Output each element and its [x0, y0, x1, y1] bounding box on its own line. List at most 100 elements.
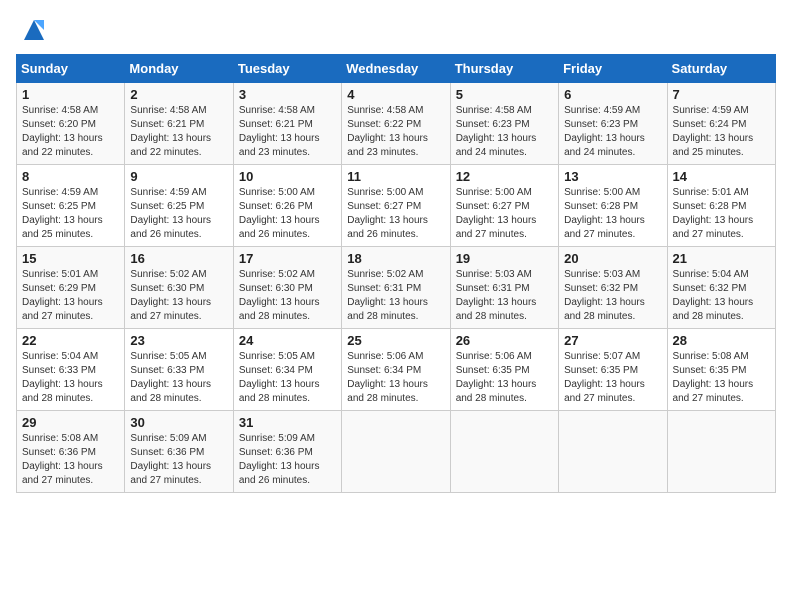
calendar-cell: 31 Sunrise: 5:09 AM Sunset: 6:36 PM Dayl…: [233, 411, 341, 493]
day-number: 31: [239, 415, 336, 430]
day-number: 15: [22, 251, 119, 266]
day-number: 22: [22, 333, 119, 348]
calendar-header-row: SundayMondayTuesdayWednesdayThursdayFrid…: [17, 55, 776, 83]
calendar-cell: 9 Sunrise: 4:59 AM Sunset: 6:25 PM Dayli…: [125, 165, 233, 247]
day-detail: Sunrise: 5:04 AM Sunset: 6:32 PM Dayligh…: [673, 268, 770, 324]
calendar-week-4: 22 Sunrise: 5:04 AM Sunset: 6:33 PM Dayl…: [17, 329, 776, 411]
day-detail: Sunrise: 5:02 AM Sunset: 6:31 PM Dayligh…: [347, 268, 444, 324]
logo: [16, 16, 48, 44]
header: [16, 16, 776, 44]
day-detail: Sunrise: 5:03 AM Sunset: 6:32 PM Dayligh…: [564, 268, 661, 324]
calendar-cell: 11 Sunrise: 5:00 AM Sunset: 6:27 PM Dayl…: [342, 165, 450, 247]
calendar-cell: 24 Sunrise: 5:05 AM Sunset: 6:34 PM Dayl…: [233, 329, 341, 411]
day-of-week-saturday: Saturday: [667, 55, 775, 83]
day-detail: Sunrise: 5:01 AM Sunset: 6:28 PM Dayligh…: [673, 186, 770, 242]
day-number: 9: [130, 169, 227, 184]
day-detail: Sunrise: 4:59 AM Sunset: 6:25 PM Dayligh…: [130, 186, 227, 242]
day-detail: Sunrise: 5:05 AM Sunset: 6:34 PM Dayligh…: [239, 350, 336, 406]
day-number: 27: [564, 333, 661, 348]
day-detail: Sunrise: 4:59 AM Sunset: 6:24 PM Dayligh…: [673, 104, 770, 160]
day-detail: Sunrise: 4:58 AM Sunset: 6:23 PM Dayligh…: [456, 104, 553, 160]
day-number: 17: [239, 251, 336, 266]
calendar-cell: 18 Sunrise: 5:02 AM Sunset: 6:31 PM Dayl…: [342, 247, 450, 329]
calendar-cell: [559, 411, 667, 493]
calendar-cell: 29 Sunrise: 5:08 AM Sunset: 6:36 PM Dayl…: [17, 411, 125, 493]
day-detail: Sunrise: 5:06 AM Sunset: 6:35 PM Dayligh…: [456, 350, 553, 406]
calendar-cell: 25 Sunrise: 5:06 AM Sunset: 6:34 PM Dayl…: [342, 329, 450, 411]
calendar-week-3: 15 Sunrise: 5:01 AM Sunset: 6:29 PM Dayl…: [17, 247, 776, 329]
day-of-week-thursday: Thursday: [450, 55, 558, 83]
day-detail: Sunrise: 5:02 AM Sunset: 6:30 PM Dayligh…: [130, 268, 227, 324]
calendar-week-1: 1 Sunrise: 4:58 AM Sunset: 6:20 PM Dayli…: [17, 83, 776, 165]
day-detail: Sunrise: 5:09 AM Sunset: 6:36 PM Dayligh…: [239, 432, 336, 488]
calendar-cell: 4 Sunrise: 4:58 AM Sunset: 6:22 PM Dayli…: [342, 83, 450, 165]
calendar-cell: 1 Sunrise: 4:58 AM Sunset: 6:20 PM Dayli…: [17, 83, 125, 165]
calendar-cell: 2 Sunrise: 4:58 AM Sunset: 6:21 PM Dayli…: [125, 83, 233, 165]
calendar-week-5: 29 Sunrise: 5:08 AM Sunset: 6:36 PM Dayl…: [17, 411, 776, 493]
calendar-cell: 10 Sunrise: 5:00 AM Sunset: 6:26 PM Dayl…: [233, 165, 341, 247]
day-number: 7: [673, 87, 770, 102]
day-number: 28: [673, 333, 770, 348]
day-of-week-wednesday: Wednesday: [342, 55, 450, 83]
calendar-cell: [667, 411, 775, 493]
day-detail: Sunrise: 4:58 AM Sunset: 6:21 PM Dayligh…: [239, 104, 336, 160]
day-detail: Sunrise: 5:08 AM Sunset: 6:36 PM Dayligh…: [22, 432, 119, 488]
calendar-cell: 5 Sunrise: 4:58 AM Sunset: 6:23 PM Dayli…: [450, 83, 558, 165]
calendar-cell: 21 Sunrise: 5:04 AM Sunset: 6:32 PM Dayl…: [667, 247, 775, 329]
calendar-cell: 22 Sunrise: 5:04 AM Sunset: 6:33 PM Dayl…: [17, 329, 125, 411]
day-number: 6: [564, 87, 661, 102]
calendar-cell: [450, 411, 558, 493]
calendar-cell: 27 Sunrise: 5:07 AM Sunset: 6:35 PM Dayl…: [559, 329, 667, 411]
day-of-week-monday: Monday: [125, 55, 233, 83]
day-number: 24: [239, 333, 336, 348]
day-number: 21: [673, 251, 770, 266]
calendar-week-2: 8 Sunrise: 4:59 AM Sunset: 6:25 PM Dayli…: [17, 165, 776, 247]
day-number: 16: [130, 251, 227, 266]
day-detail: Sunrise: 5:04 AM Sunset: 6:33 PM Dayligh…: [22, 350, 119, 406]
day-number: 18: [347, 251, 444, 266]
day-detail: Sunrise: 5:03 AM Sunset: 6:31 PM Dayligh…: [456, 268, 553, 324]
day-number: 14: [673, 169, 770, 184]
calendar-cell: 19 Sunrise: 5:03 AM Sunset: 6:31 PM Dayl…: [450, 247, 558, 329]
day-detail: Sunrise: 4:58 AM Sunset: 6:20 PM Dayligh…: [22, 104, 119, 160]
day-detail: Sunrise: 5:01 AM Sunset: 6:29 PM Dayligh…: [22, 268, 119, 324]
day-number: 1: [22, 87, 119, 102]
day-number: 5: [456, 87, 553, 102]
day-number: 25: [347, 333, 444, 348]
day-detail: Sunrise: 5:07 AM Sunset: 6:35 PM Dayligh…: [564, 350, 661, 406]
calendar-cell: 28 Sunrise: 5:08 AM Sunset: 6:35 PM Dayl…: [667, 329, 775, 411]
calendar-cell: 20 Sunrise: 5:03 AM Sunset: 6:32 PM Dayl…: [559, 247, 667, 329]
calendar-cell: 23 Sunrise: 5:05 AM Sunset: 6:33 PM Dayl…: [125, 329, 233, 411]
day-detail: Sunrise: 4:58 AM Sunset: 6:21 PM Dayligh…: [130, 104, 227, 160]
calendar-cell: 17 Sunrise: 5:02 AM Sunset: 6:30 PM Dayl…: [233, 247, 341, 329]
calendar-cell: 12 Sunrise: 5:00 AM Sunset: 6:27 PM Dayl…: [450, 165, 558, 247]
day-number: 19: [456, 251, 553, 266]
calendar-cell: [342, 411, 450, 493]
day-of-week-sunday: Sunday: [17, 55, 125, 83]
day-detail: Sunrise: 5:00 AM Sunset: 6:28 PM Dayligh…: [564, 186, 661, 242]
calendar-cell: 15 Sunrise: 5:01 AM Sunset: 6:29 PM Dayl…: [17, 247, 125, 329]
calendar-cell: 16 Sunrise: 5:02 AM Sunset: 6:30 PM Dayl…: [125, 247, 233, 329]
day-detail: Sunrise: 5:08 AM Sunset: 6:35 PM Dayligh…: [673, 350, 770, 406]
calendar-cell: 7 Sunrise: 4:59 AM Sunset: 6:24 PM Dayli…: [667, 83, 775, 165]
calendar-cell: 8 Sunrise: 4:59 AM Sunset: 6:25 PM Dayli…: [17, 165, 125, 247]
day-detail: Sunrise: 5:00 AM Sunset: 6:27 PM Dayligh…: [456, 186, 553, 242]
day-detail: Sunrise: 4:59 AM Sunset: 6:25 PM Dayligh…: [22, 186, 119, 242]
calendar-cell: 3 Sunrise: 4:58 AM Sunset: 6:21 PM Dayli…: [233, 83, 341, 165]
day-detail: Sunrise: 4:59 AM Sunset: 6:23 PM Dayligh…: [564, 104, 661, 160]
calendar-cell: 14 Sunrise: 5:01 AM Sunset: 6:28 PM Dayl…: [667, 165, 775, 247]
day-of-week-tuesday: Tuesday: [233, 55, 341, 83]
day-number: 29: [22, 415, 119, 430]
day-number: 13: [564, 169, 661, 184]
day-detail: Sunrise: 5:06 AM Sunset: 6:34 PM Dayligh…: [347, 350, 444, 406]
day-detail: Sunrise: 5:02 AM Sunset: 6:30 PM Dayligh…: [239, 268, 336, 324]
day-number: 26: [456, 333, 553, 348]
calendar-cell: 26 Sunrise: 5:06 AM Sunset: 6:35 PM Dayl…: [450, 329, 558, 411]
day-detail: Sunrise: 5:00 AM Sunset: 6:27 PM Dayligh…: [347, 186, 444, 242]
day-detail: Sunrise: 4:58 AM Sunset: 6:22 PM Dayligh…: [347, 104, 444, 160]
logo-icon: [20, 16, 48, 44]
calendar-cell: 6 Sunrise: 4:59 AM Sunset: 6:23 PM Dayli…: [559, 83, 667, 165]
day-number: 8: [22, 169, 119, 184]
calendar-cell: 13 Sunrise: 5:00 AM Sunset: 6:28 PM Dayl…: [559, 165, 667, 247]
day-number: 3: [239, 87, 336, 102]
